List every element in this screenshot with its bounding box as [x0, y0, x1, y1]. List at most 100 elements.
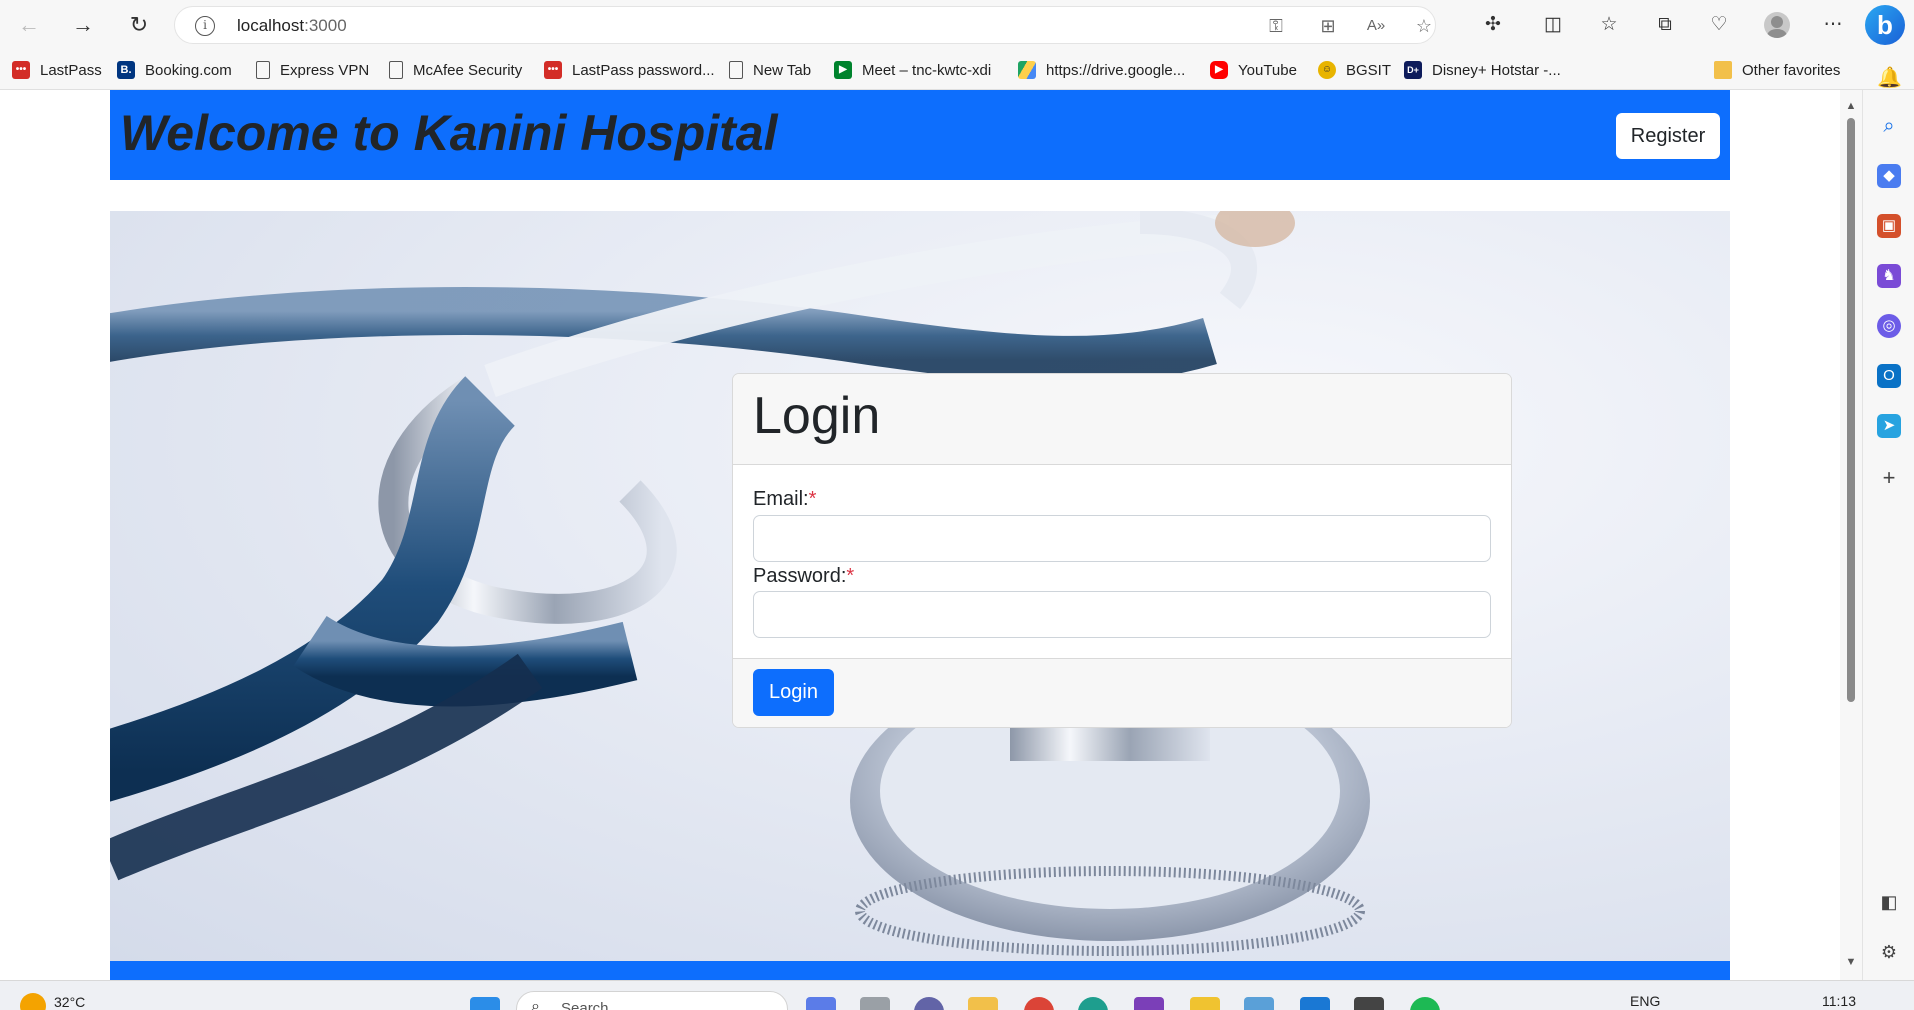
required-mark: * — [846, 565, 855, 587]
edge-sidebar: 🔔 ⌕ ◆ ▣ ♞ ◎ O ➤ + ◧ ⚙ — [1862, 67, 1914, 980]
outlook-icon[interactable]: O — [1877, 364, 1901, 388]
scroll-thumb[interactable] — [1847, 118, 1855, 702]
other-favorites-label: Other favorites — [1742, 61, 1841, 79]
browser-toolbar: ← → ↻ i localhost:3000 ⚿ ⊞ A» ☆ ✣ ◫ ☆ ⧉ … — [0, 0, 1914, 50]
lastpass-icon: ••• — [544, 61, 562, 79]
chrome-icon[interactable] — [1024, 997, 1054, 1010]
password-label-text: Password: — [753, 565, 847, 587]
language-indicator[interactable]: ENG — [1630, 993, 1660, 1009]
address-url[interactable]: localhost:3000 — [237, 16, 347, 36]
hero-stethoscope-image: Login Email:* Password:* Login — [110, 211, 1730, 961]
favorite-label: Booking.com — [145, 61, 232, 79]
email-field[interactable] — [753, 515, 1491, 562]
weather-widget[interactable]: 32°C — [20, 985, 85, 1010]
apps-icon[interactable]: ⊞ — [1317, 15, 1339, 37]
key-icon[interactable]: ⚿ — [1265, 15, 1287, 37]
site-header: Welcome to Kanini Hospital Register — [110, 90, 1730, 180]
favorite-star-icon[interactable]: ☆ — [1413, 15, 1435, 37]
visual-studio-icon[interactable] — [1134, 997, 1164, 1010]
spotify-icon[interactable] — [1410, 997, 1440, 1010]
favorite-bgsit[interactable]: ☺ BGSIT — [1318, 59, 1391, 81]
file-explorer-icon[interactable] — [968, 997, 998, 1010]
split-screen-icon[interactable]: ◫ — [1540, 12, 1566, 38]
hide-sidebar-icon[interactable]: ◧ — [1877, 890, 1901, 914]
login-button[interactable]: Login — [753, 669, 834, 716]
copilot-icon[interactable] — [806, 997, 836, 1010]
favorite-lastpass[interactable]: ••• LastPass — [12, 59, 102, 81]
meet-icon: ▶ — [834, 61, 852, 79]
favorite-label: BGSIT — [1346, 61, 1392, 79]
drive-icon — [1018, 61, 1036, 79]
start-icon[interactable] — [470, 997, 500, 1010]
search-icon: ⌕ — [531, 998, 540, 1010]
favorite-label: Disney+ Hotstar -... — [1432, 61, 1561, 79]
favorite-label: https://drive.google... — [1046, 61, 1186, 79]
file-manager-icon[interactable] — [1190, 997, 1220, 1010]
drop-icon[interactable]: ➤ — [1877, 414, 1901, 438]
forward-icon[interactable]: → — [66, 8, 100, 42]
favorite-booking[interactable]: B. Booking.com — [117, 59, 232, 81]
favorite-drive[interactable]: https://drive.google... — [1018, 59, 1185, 81]
favorite-meet[interactable]: ▶ Meet – tnc-kwtc-xdi — [834, 59, 991, 81]
microsoft-365-icon[interactable]: ◎ — [1877, 314, 1901, 338]
favorite-mcafee[interactable]: McAfee Security — [389, 59, 522, 81]
clock[interactable]: 11:13 — [1822, 993, 1856, 1009]
booking-icon: B. — [117, 61, 135, 79]
taskbar-search[interactable]: ⌕ Search — [516, 991, 788, 1010]
games-icon[interactable]: ♞ — [1877, 264, 1901, 288]
read-aloud-icon[interactable]: A» — [1365, 15, 1387, 37]
refresh-icon[interactable]: ↻ — [122, 8, 156, 42]
tools-icon[interactable]: ▣ — [1877, 214, 1901, 238]
sidebar-settings-icon[interactable]: ⚙ — [1877, 940, 1901, 964]
page-icon — [256, 61, 270, 79]
password-label: Password:* — [753, 565, 854, 588]
page-viewport: Welcome to Kanini Hospital Register Logi… — [0, 90, 1840, 980]
site-info-icon[interactable]: i — [195, 16, 215, 36]
shopping-tag-icon[interactable]: ◆ — [1877, 164, 1901, 188]
profile-icon[interactable] — [1764, 12, 1790, 38]
windows-taskbar: 32°C ⌕ Search ENG 11:13 — [0, 980, 1914, 1010]
login-title: Login — [753, 387, 881, 445]
more-menu-icon[interactable]: ⋯ — [1820, 12, 1846, 38]
notification-bell-icon[interactable]: 🔔 — [1877, 66, 1902, 90]
scroll-up-icon[interactable]: ▲ — [1845, 100, 1857, 112]
login-card: Login Email:* Password:* Login — [732, 373, 1512, 728]
page-icon — [389, 61, 403, 79]
scroll-down-icon[interactable]: ▼ — [1845, 956, 1857, 968]
address-bar[interactable]: i localhost:3000 ⚿ ⊞ A» ☆ — [174, 6, 1436, 44]
favorite-lastpass-password[interactable]: ••• LastPass password... — [544, 59, 715, 81]
bing-chat-icon[interactable]: b — [1865, 5, 1905, 45]
task-view-icon[interactable] — [860, 997, 890, 1010]
password-field[interactable] — [753, 591, 1491, 638]
email-label: Email:* — [753, 488, 816, 511]
favorite-label: McAfee Security — [413, 61, 523, 79]
collections-icon[interactable]: ⧉ — [1652, 12, 1678, 38]
extensions-icon[interactable]: ✣ — [1480, 12, 1506, 38]
page-icon — [729, 61, 743, 79]
back-icon[interactable]: ← — [12, 8, 46, 42]
other-favorites[interactable]: Other favorites — [1714, 59, 1840, 81]
favorites-bar: ••• LastPass B. Booking.com Express VPN Mc… — [0, 50, 1914, 90]
favorite-label: LastPass — [40, 61, 102, 79]
page-title: Welcome to Kanini Hospital — [120, 105, 778, 161]
temperature-text: 32°C — [54, 994, 86, 1010]
vscode-icon[interactable] — [1300, 997, 1330, 1010]
photos-icon[interactable] — [1244, 997, 1274, 1010]
favorite-label: New Tab — [753, 61, 812, 79]
teams-icon[interactable] — [914, 997, 944, 1010]
favorite-new-tab[interactable]: New Tab — [729, 59, 811, 81]
favorite-label: LastPass password... — [572, 61, 715, 79]
edge-icon[interactable] — [1078, 997, 1108, 1010]
favorite-youtube[interactable]: ▶ YouTube — [1210, 59, 1297, 81]
login-card-footer: Login — [733, 658, 1511, 727]
browser-essentials-icon[interactable]: ♡ — [1706, 12, 1732, 38]
favorites-icon[interactable]: ☆ — [1596, 12, 1622, 38]
favorite-hotstar[interactable]: D+ Disney+ Hotstar -... — [1404, 59, 1561, 81]
page-scrollbar[interactable]: ▲ ▼ — [1840, 90, 1862, 980]
terminal-icon[interactable] — [1354, 997, 1384, 1010]
taskbar-search-text: Search — [561, 1000, 609, 1010]
add-sidebar-app-icon[interactable]: + — [1877, 466, 1901, 490]
search-icon[interactable]: ⌕ — [1877, 114, 1901, 138]
favorite-express-vpn[interactable]: Express VPN — [256, 59, 369, 81]
register-button[interactable]: Register — [1616, 113, 1720, 159]
